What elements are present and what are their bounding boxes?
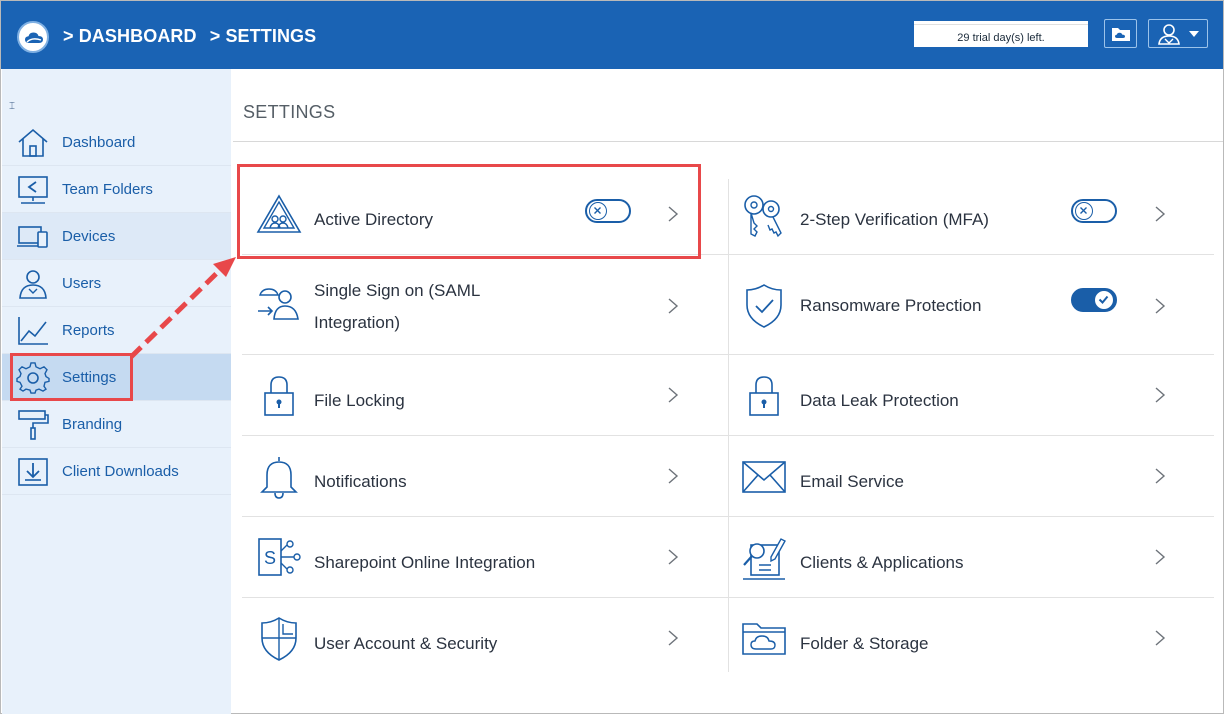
keys-icon bbox=[744, 195, 782, 238]
card-user-account-security[interactable]: User Account & Security bbox=[242, 598, 728, 679]
trial-status: 29 trial day(s) left. bbox=[914, 21, 1088, 47]
card-label: Data Leak Protection bbox=[800, 391, 959, 410]
clients-apps-icon bbox=[743, 538, 786, 580]
toggle-on-check-icon bbox=[1095, 291, 1113, 309]
sidebar-item-label: Devices bbox=[62, 228, 116, 245]
bell-icon bbox=[260, 457, 298, 499]
shield-check-icon bbox=[746, 284, 782, 328]
card-active-directory[interactable]: Active Directory bbox=[242, 174, 728, 255]
breadcrumb-dashboard[interactable]: > DASHBOARD bbox=[63, 26, 197, 46]
users-icon bbox=[19, 270, 47, 299]
breadcrumb: > DASHBOARD > SETTINGS bbox=[63, 26, 324, 47]
folder-button[interactable] bbox=[1104, 19, 1137, 48]
chevron-right-icon[interactable] bbox=[666, 297, 680, 315]
card-ransomware-protection[interactable]: Ransomware Protection bbox=[729, 255, 1214, 355]
reports-icon bbox=[18, 317, 48, 345]
card-label: File Locking bbox=[314, 391, 405, 410]
sidebar-item-label: Dashboard bbox=[62, 134, 136, 151]
svg-text:S: S bbox=[264, 548, 276, 568]
chevron-down-icon bbox=[1189, 31, 1199, 37]
download-icon bbox=[18, 458, 48, 486]
chevron-right-icon[interactable] bbox=[1153, 205, 1167, 223]
page-title: SETTINGS bbox=[243, 102, 336, 122]
sidebar-item-label: Client Downloads bbox=[62, 463, 179, 480]
card-label: Single Sign on (SAML Integration) bbox=[314, 281, 480, 332]
sidebar-item-label: Settings bbox=[62, 369, 117, 386]
card-label: Active Directory bbox=[314, 210, 434, 229]
card-label: Sharepoint Online Integration bbox=[314, 553, 536, 572]
card-file-locking[interactable]: File Locking bbox=[242, 355, 728, 436]
sidebar: ⌶ Dashboard Team Folders Devices Users R… bbox=[2, 69, 231, 714]
card-single-sign-on[interactable]: Single Sign on (SAML Integration) bbox=[242, 255, 728, 355]
lock-icon bbox=[749, 376, 779, 416]
chevron-right-icon[interactable] bbox=[1153, 297, 1167, 315]
shield-grid-icon bbox=[261, 617, 297, 661]
active-directory-toggle[interactable] bbox=[585, 199, 631, 223]
card-notifications[interactable]: Notifications bbox=[242, 436, 728, 517]
devices-icon bbox=[17, 226, 48, 248]
card-label: Clients & Applications bbox=[800, 553, 964, 572]
top-header: > DASHBOARD > SETTINGS 29 trial day(s) l… bbox=[1, 1, 1223, 69]
sidebar-collapse-handle[interactable]: ⌶ bbox=[9, 101, 15, 112]
sharepoint-icon: S bbox=[258, 538, 301, 576]
user-menu-button[interactable] bbox=[1148, 19, 1208, 48]
toggle-off-icon bbox=[589, 202, 607, 220]
chevron-right-icon[interactable] bbox=[1153, 467, 1167, 485]
sidebar-item-branding[interactable]: Branding bbox=[2, 401, 231, 448]
envelope-icon bbox=[742, 461, 786, 493]
lock-icon bbox=[264, 376, 294, 416]
card-label: Email Service bbox=[800, 472, 904, 491]
user-icon bbox=[1158, 24, 1180, 45]
breadcrumb-settings: > SETTINGS bbox=[209, 26, 317, 46]
toggle-off-icon bbox=[1075, 202, 1093, 220]
team-folder-icon bbox=[18, 176, 48, 204]
paint-roller-icon bbox=[18, 410, 49, 440]
sidebar-item-label: Branding bbox=[62, 416, 123, 433]
sso-icon bbox=[258, 288, 299, 320]
card-label: Notifications bbox=[314, 472, 407, 491]
sidebar-item-dashboard[interactable]: Dashboard bbox=[2, 119, 231, 166]
chevron-right-icon[interactable] bbox=[666, 205, 680, 223]
sidebar-item-team-folders[interactable]: Team Folders bbox=[2, 166, 231, 213]
card-folder-storage[interactable]: Folder & Storage bbox=[729, 598, 1214, 679]
sidebar-item-label: Users bbox=[62, 275, 102, 292]
card-label: User Account & Security bbox=[314, 634, 498, 653]
card-label: Folder & Storage bbox=[800, 634, 929, 653]
card-label: 2-Step Verification (MFA) bbox=[800, 210, 989, 229]
folder-cloud-icon bbox=[742, 623, 786, 655]
chevron-right-icon[interactable] bbox=[666, 629, 680, 647]
ransomware-toggle[interactable] bbox=[1071, 288, 1117, 312]
home-icon bbox=[18, 128, 48, 157]
cloud-logo-icon[interactable] bbox=[17, 21, 49, 53]
card-data-leak-protection[interactable]: Data Leak Protection bbox=[729, 355, 1214, 436]
cloud-folder-icon bbox=[1112, 28, 1130, 41]
chevron-right-icon[interactable] bbox=[1153, 386, 1167, 404]
card-clients-applications[interactable]: Clients & Applications bbox=[729, 517, 1214, 598]
card-label: Ransomware Protection bbox=[800, 296, 982, 315]
active-directory-icon bbox=[256, 194, 302, 233]
card-2-step-verification[interactable]: 2-Step Verification (MFA) bbox=[729, 174, 1214, 255]
annotation-arrow bbox=[129, 257, 236, 359]
chevron-right-icon[interactable] bbox=[666, 548, 680, 566]
sidebar-item-label: Reports bbox=[62, 322, 115, 339]
chevron-right-icon[interactable] bbox=[666, 386, 680, 404]
title-divider bbox=[233, 141, 1223, 142]
chevron-right-icon[interactable] bbox=[1153, 548, 1167, 566]
sidebar-item-label: Team Folders bbox=[62, 181, 153, 198]
card-email-service[interactable]: Email Service bbox=[729, 436, 1214, 517]
trial-progress-bar bbox=[914, 21, 1088, 25]
trial-text: 29 trial day(s) left. bbox=[957, 32, 1045, 44]
chevron-right-icon[interactable] bbox=[666, 467, 680, 485]
mfa-toggle[interactable] bbox=[1071, 199, 1117, 223]
card-sharepoint-online[interactable]: S Sharepoint Online Integration bbox=[242, 517, 728, 598]
chevron-right-icon[interactable] bbox=[1153, 629, 1167, 647]
gear-icon bbox=[16, 362, 50, 394]
sidebar-item-client-downloads[interactable]: Client Downloads bbox=[2, 448, 231, 495]
